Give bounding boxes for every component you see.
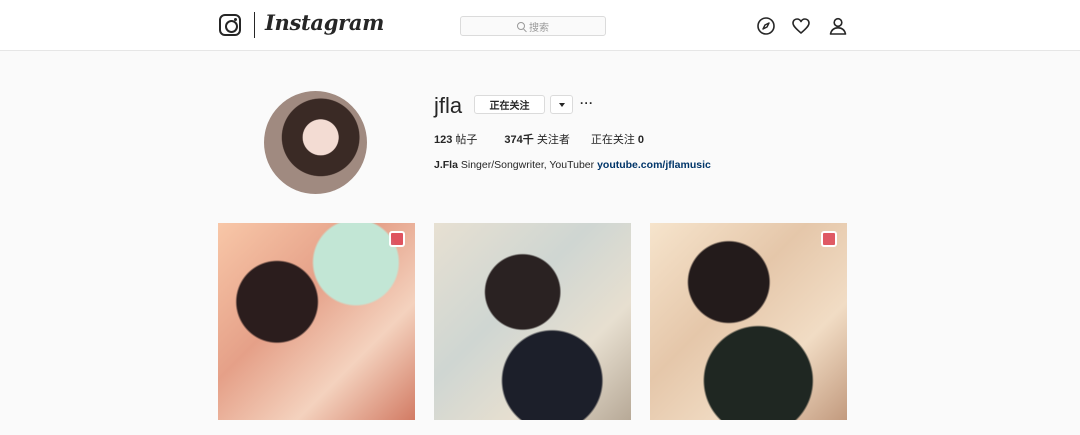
- followers-label: 关注者: [536, 134, 570, 146]
- posts-label: 帖子: [455, 134, 478, 146]
- bio-text: Singer/Songwriter, YouTuber: [460, 159, 595, 171]
- following-label: 正在关注: [590, 134, 635, 146]
- profile-bio: J.Fla Singer/Songwriter, YouTuber youtub…: [434, 159, 711, 171]
- bio-link[interactable]: youtube.com/jflamusic: [597, 159, 711, 171]
- suggestions-dropdown-button[interactable]: [550, 95, 573, 114]
- instagram-wordmark[interactable]: Instagram: [265, 10, 384, 35]
- logo-divider: [254, 12, 255, 38]
- profile-stats: 123 帖子 374千 关注者 正在关注 0: [434, 131, 671, 147]
- instagram-camera-icon[interactable]: [219, 14, 241, 36]
- post-thumbnail[interactable]: [434, 223, 631, 420]
- video-badge-icon: [821, 231, 837, 247]
- followers-count: 374千: [504, 134, 534, 146]
- profile-username: jfla: [434, 93, 463, 118]
- heart-icon[interactable]: [790, 15, 812, 37]
- post-thumbnail[interactable]: [218, 223, 415, 420]
- search-icon: [517, 22, 525, 30]
- posts-count: 123: [434, 134, 453, 146]
- stat-posts: 123 帖子: [434, 131, 477, 147]
- person-icon[interactable]: [827, 15, 849, 37]
- bio-name: J.Fla: [434, 159, 458, 171]
- search-placeholder: 搜索: [529, 22, 549, 34]
- search-input[interactable]: 搜索: [460, 16, 606, 36]
- compass-icon[interactable]: [755, 15, 777, 37]
- post-thumbnail[interactable]: [650, 223, 847, 420]
- video-badge-icon: [389, 231, 405, 247]
- top-nav: Instagram 搜索: [0, 0, 1080, 51]
- stat-following[interactable]: 正在关注 0: [591, 131, 644, 147]
- stat-followers[interactable]: 374千 关注者: [504, 131, 569, 147]
- more-options-button[interactable]: ···: [580, 96, 594, 110]
- chevron-down-icon: [558, 102, 565, 107]
- following-count: 0: [637, 134, 645, 146]
- following-button[interactable]: 正在关注: [474, 95, 545, 114]
- profile-avatar[interactable]: [264, 91, 367, 194]
